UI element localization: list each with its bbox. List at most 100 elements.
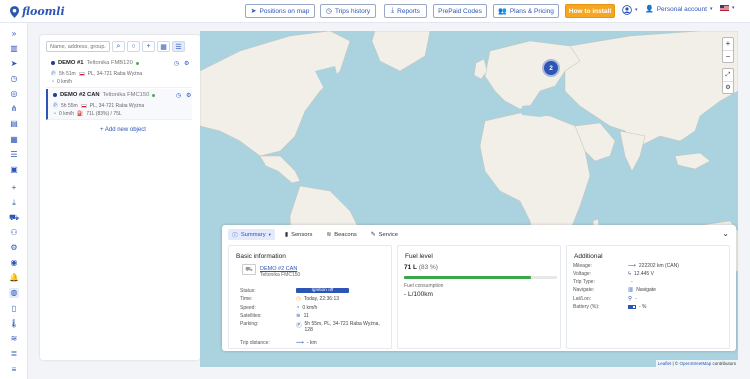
fuel-level-title: Fuel level (405, 253, 433, 260)
list-detail-icon[interactable]: ≣ (9, 349, 19, 359)
download-icon[interactable]: ⤓ (9, 198, 19, 208)
how-to-install-button[interactable]: How to install (565, 4, 615, 18)
plans-pricing-button[interactable]: 👥 Plans & Pricing (493, 4, 559, 18)
sensor-icon: ▮ (284, 231, 289, 238)
object-name: DEMO #1 (58, 60, 84, 66)
collapse-panel-icon[interactable]: ⌄ (722, 229, 729, 238)
parking-icon: Ⓟ (296, 323, 302, 329)
map-icon[interactable]: ▥ (9, 44, 19, 54)
list-view-icon[interactable]: ☰ (172, 41, 185, 52)
speed-label: Speed: (240, 305, 256, 311)
clock-icon[interactable]: ◷ (9, 74, 19, 84)
settings-icon[interactable]: ⚙ (184, 60, 189, 67)
group-icon[interactable]: ⚇ (9, 228, 19, 238)
online-indicator-icon (135, 61, 139, 65)
refresh-icon[interactable]: ○ (127, 41, 140, 52)
detail-tabs: ⓘ Summary ▾ ▮ Sensors ≋ Beacons ✎ Servic… (228, 229, 402, 240)
parking-icon: Ⓟ (53, 103, 59, 109)
speed-value-wrap: ◔ 0 km/h (296, 305, 317, 311)
clock-icon[interactable]: ◷ (174, 60, 179, 67)
tab-sensors[interactable]: ▮ Sensors (281, 229, 316, 240)
columns-icon[interactable]: ▤ (9, 119, 19, 129)
tab-sensors-label: Sensors (291, 231, 313, 238)
parking-value-line-1: 5h 55m, PL, 34-721 Raba Wyżna, (304, 321, 380, 327)
binoculars-icon[interactable]: ◎ (9, 89, 19, 99)
object-title-row: DEMO #1 Teltonika FMB120 (51, 60, 139, 66)
wifi-icon[interactable]: ≋ (9, 334, 19, 344)
language-selector[interactable]: ▾ (720, 5, 735, 11)
zoom-in-button[interactable]: + (723, 38, 733, 50)
target-icon[interactable]: ◉ (9, 258, 19, 268)
positions-on-map-button[interactable]: ➤ Positions on map (245, 4, 315, 18)
settings-icon[interactable]: ⚙ (186, 92, 191, 99)
thermometer-icon[interactable]: 🌡 (9, 319, 19, 329)
expand-icon[interactable]: » (9, 29, 19, 39)
settings-icon[interactable]: ⚙ (9, 243, 19, 253)
object-fuel: 71L (83%) / 75L (86, 111, 122, 117)
search-icon[interactable]: ⌕ (112, 41, 125, 52)
trip-distance-label: Trip distance: (240, 340, 270, 346)
parking-value-lines: 5h 55m, PL, 34-721 Raba Wyżna, 128 (305, 321, 380, 333)
speed-row: Speed: ◔ 0 km/h (240, 305, 390, 313)
fullscreen-icon[interactable]: ⤢ (723, 69, 733, 81)
object-list-item[interactable]: DEMO #2 CAN Teltonika FMC150 Ⓟ 5h 55m PL… (46, 89, 192, 120)
globe-icon[interactable]: ◍ (9, 288, 19, 298)
parking-value-wrap: Ⓟ 5h 55m, PL, 34-721 Raba Wyżna, 128 (296, 321, 380, 333)
add-icon[interactable]: + (9, 183, 19, 193)
fuel-level-percent: (83 %) (418, 264, 438, 271)
detail-object-model: Teltonika FMC150 (260, 272, 301, 278)
prepaid-codes-button[interactable]: PrePaid Codes (433, 4, 487, 18)
fuel-level-card: Fuel level 71 L (83 %) Fuel consumption … (397, 245, 561, 349)
fuel-icon: ⛽ (77, 111, 84, 117)
user-icon: 👤 (645, 6, 654, 13)
car-icon[interactable]: ⛟ (9, 213, 19, 223)
grid-view-icon[interactable]: ▦ (157, 41, 170, 52)
share-icon[interactable]: ⋔ (9, 104, 19, 114)
bell-icon[interactable]: 🔔 (9, 273, 19, 283)
menu-icon[interactable]: ≡ (9, 365, 19, 375)
object-cluster-marker[interactable]: 2 (544, 61, 558, 75)
calendar-icon[interactable]: ▣ (9, 165, 19, 175)
personal-account-menu[interactable]: 👤 Personal account ▾ (645, 5, 713, 14)
navigation-icon[interactable]: ➤ (9, 59, 19, 69)
tab-beacons[interactable]: ≋ Beacons (322, 229, 360, 240)
logo[interactable]: floomli (10, 5, 65, 18)
table-icon[interactable]: ▦ (9, 135, 19, 145)
odometer-icon: ⟶ (628, 263, 636, 269)
user-menu[interactable]: ▾ (622, 5, 638, 15)
object-parking-row: Ⓟ 5h 51m PL, 34-721 Raba Wyżna (51, 70, 142, 78)
tab-service[interactable]: ✎ Service (367, 229, 402, 240)
chevron-down-icon: ▾ (709, 6, 713, 12)
list-icon[interactable]: ☰ (9, 150, 19, 160)
object-speed-row: ◔ 0 km/h (51, 79, 72, 85)
battery-label: Battery (%): (573, 304, 600, 310)
chevron-down-icon: ▾ (268, 231, 271, 237)
fuel-consumption-label: Fuel consumption (404, 283, 444, 289)
basic-information-title: Basic information (236, 253, 286, 260)
satellite-signal-icon: ≋ (296, 313, 301, 319)
trip-distance-value-wrap: ⟿ - km (296, 340, 317, 346)
reports-button[interactable]: ⤓ Reports (384, 4, 427, 18)
latlon-value: - (635, 296, 637, 302)
tab-summary[interactable]: ⓘ Summary ▾ (228, 229, 275, 240)
navigate-link[interactable]: ▥ Navigate (628, 287, 656, 293)
clock-icon[interactable]: ◷ (176, 92, 181, 99)
navigate-value: Navigate (636, 287, 656, 293)
layers-settings-icon[interactable]: ⚙ (723, 81, 733, 93)
object-search-input[interactable] (46, 41, 110, 52)
document-icon[interactable]: ▯ (9, 304, 19, 314)
satellites-value-wrap: ≋ 11 (296, 313, 309, 319)
object-list-item[interactable]: DEMO #1 Teltonika FMB120 Ⓟ 5h 51m PL, 34… (46, 57, 192, 88)
time-value: Today, 22:36:13 (303, 296, 340, 302)
openstreetmap-link[interactable]: OpenStreetMap (679, 361, 711, 366)
trips-history-button[interactable]: ◷ Trips history (320, 4, 376, 18)
zoom-out-button[interactable]: − (723, 50, 733, 62)
add-new-object-label: Add new object (104, 127, 146, 133)
user-avatar-icon (622, 5, 632, 15)
leaflet-link[interactable]: Leaflet (658, 361, 672, 366)
object-model: Teltonika FMC150 (102, 92, 150, 98)
add-icon[interactable]: + (142, 41, 155, 52)
mileage-value-wrap: ⟶ 222202 km (CAN) (628, 263, 679, 269)
add-new-object-link[interactable]: + Add new object (100, 127, 146, 133)
object-model: Teltonika FMB120 (86, 60, 133, 66)
